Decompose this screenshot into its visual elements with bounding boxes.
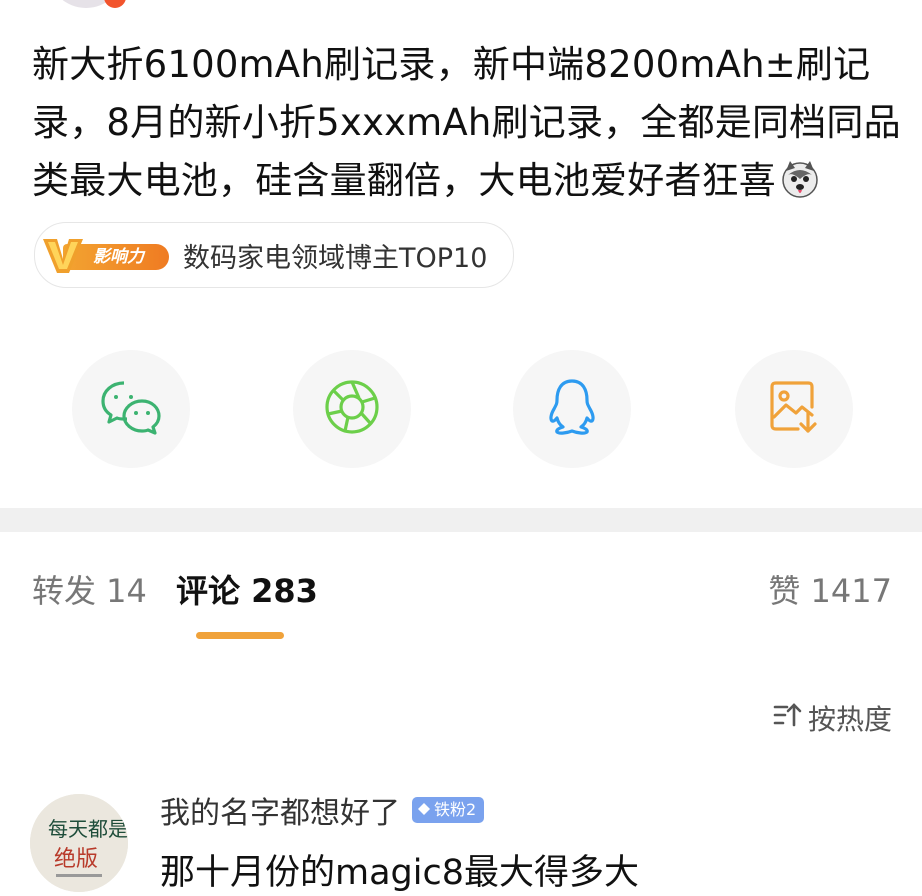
diamond-icon [418,797,434,823]
tab-repost[interactable]: 转发 14 [32,568,147,614]
commenter-name-row: 我的名字都想好了 铁粉2 [160,788,485,832]
comment-text: 那十月份的magic8最大得多大 [160,853,639,893]
save-image-button[interactable] [735,350,853,468]
poster-verified-badge [104,0,126,8]
influence-badge[interactable]: 影响力 数码家电领域博主TOP10 [34,222,515,288]
husky-face-emoji-icon [780,158,820,198]
tab-likes[interactable]: 赞 1417 [768,568,892,614]
share-wechat-button[interactable] [72,350,190,468]
active-tab-underline [196,632,284,639]
post-body: 新大折6100mAh刷记录，新中端8200mAh±刷记录，8月的新小折5xxxm… [32,36,902,210]
sort-toggle[interactable]: 按热度 [772,698,892,738]
comment-item: 每天都是 绝版 我的名字都想好了 铁粉2 那十月份的magic8最大得多大 [0,782,922,896]
avatar-art-text: 每天都是 [48,817,128,841]
weibo-post-page: 新大折6100mAh刷记录，新中端8200mAh±刷记录，8月的新小折5xxxm… [0,0,922,896]
tab-comments[interactable]: 评论 283 [176,568,318,614]
sort-label: 按热度 [807,703,892,736]
wechat-icon [100,379,162,439]
section-divider [0,508,922,532]
share-qq-button[interactable] [513,350,631,468]
commenter-name[interactable]: 我的名字都想好了 [160,788,400,832]
fan-level-badge: 铁粉2 [412,797,485,823]
commenter-avatar[interactable]: 每天都是 绝版 [30,794,128,892]
sort-icon [772,701,808,736]
moments-icon [323,378,381,440]
qq-icon [547,378,597,440]
fan-badge-label: 铁粉2 [434,800,477,819]
share-moments-button[interactable] [293,350,411,468]
svg-text:绝版: 绝版 [54,847,98,872]
influence-label: 数码家电领域博主TOP10 [183,242,488,274]
interaction-tabs: 转发 14 评论 283 赞 1417 [0,568,922,648]
influence-v-logo: 影响力 [41,235,169,275]
post-text: 新大折6100mAh刷记录，新中端8200mAh±刷记录，8月的新小折5xxxm… [32,43,901,202]
save-image-icon [768,379,820,439]
share-row [0,350,922,470]
